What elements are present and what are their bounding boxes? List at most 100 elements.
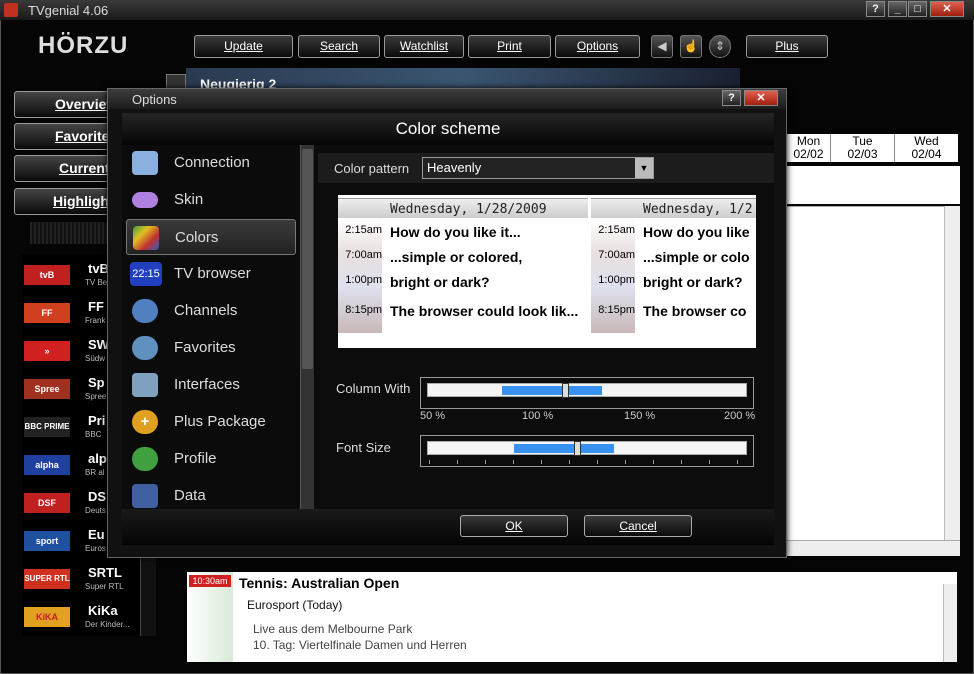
preview-time: 7:00am: [345, 249, 382, 261]
color-pattern-label: Color pattern: [334, 161, 410, 176]
channel-sub: Euros: [85, 544, 106, 553]
sidebar-scrollbar[interactable]: [300, 145, 314, 509]
sidebar-item-label: Skin: [174, 191, 204, 208]
channel-sub: Super RTL: [85, 582, 124, 591]
channel-sub: Der Kinder...: [85, 620, 130, 629]
channel-name: alp: [88, 451, 107, 466]
preview-time: 8:15pm: [598, 304, 635, 316]
channel-name: SW: [88, 337, 109, 352]
search-button[interactable]: Search: [298, 35, 380, 58]
color-pattern-value: Heavenly: [427, 160, 482, 175]
sidebar-item-favorites[interactable]: Favorites: [126, 330, 296, 366]
scroll-arrows-icon[interactable]: ⇕: [709, 35, 731, 58]
channel-name: Pri: [88, 413, 106, 428]
sidebar-item-colors[interactable]: Colors: [126, 219, 296, 255]
preview-line: ...simple or colo: [643, 249, 750, 265]
print-button[interactable]: Print: [468, 35, 551, 58]
tick-label: 150 %: [624, 410, 656, 422]
sidebar-item-data[interactable]: Data: [126, 478, 296, 509]
preview-line: How do you like: [643, 224, 750, 240]
color-preview: Wednesday, 1/28/2009 2:15am 7:00am 1:00p…: [338, 195, 756, 348]
column-width-slider[interactable]: [420, 377, 754, 409]
channel-logo: KiKA: [24, 607, 70, 627]
tv-browser-icon: 22:15: [130, 262, 162, 286]
options-dialog: Options ? ✕ Color scheme Connection Skin…: [107, 88, 787, 558]
slider-tick: [625, 460, 626, 464]
help-button[interactable]: ?: [866, 1, 885, 17]
channel-sub: BBC: [85, 430, 102, 439]
channel-row[interactable]: SUPER RTL SRTL Super RTL: [24, 561, 154, 599]
channel-name: SRTL: [88, 565, 122, 580]
dialog-close-button[interactable]: ✕: [744, 90, 778, 106]
day-header-mon[interactable]: Mon 02/02: [786, 134, 830, 162]
nav-favorites-label: Favorites: [55, 128, 114, 144]
hand-icon[interactable]: ☝: [680, 35, 702, 58]
plus-button[interactable]: Plus: [746, 35, 828, 58]
nav-overview[interactable]: Overview: [14, 91, 114, 118]
watchlist-button[interactable]: Watchlist: [384, 35, 464, 58]
channel-name: tvB: [88, 261, 109, 276]
preview-line: ...simple or colored,: [390, 249, 523, 265]
nav-favorites[interactable]: Favorites: [14, 123, 114, 150]
channel-logo: »: [24, 341, 70, 361]
slider-fill: [502, 386, 602, 395]
sidebar-scroll-thumb[interactable]: [302, 149, 313, 369]
detail-title: Tennis: Australian Open: [239, 575, 400, 591]
dialog-help-button[interactable]: ?: [722, 90, 741, 106]
nav-current[interactable]: Current: [14, 155, 114, 182]
channel-sub: TV Be: [85, 278, 108, 287]
preview-line: bright or dark?: [390, 274, 490, 290]
day-date: 02/04: [911, 147, 942, 161]
chevron-down-icon: ▼: [635, 158, 653, 178]
app-icon: [4, 3, 18, 17]
options-button[interactable]: Options: [555, 35, 640, 58]
speaker-icon[interactable]: ◀: [651, 35, 673, 58]
sidebar-item-plus-package[interactable]: + Plus Package: [126, 404, 296, 440]
slider-thumb[interactable]: [562, 383, 569, 398]
day-header-wed[interactable]: Wed 02/04: [894, 134, 958, 162]
channel-row[interactable]: KiKA KiKa Der Kinder...: [24, 599, 154, 637]
program-detail-pane: 10:30am Tennis: Australian Open Eurospor…: [187, 572, 957, 662]
slider-thumb[interactable]: [574, 441, 581, 456]
dialog-heading: Color scheme: [122, 113, 774, 145]
maximize-button[interactable]: □: [908, 1, 927, 17]
schedule-hscrollbar[interactable]: [786, 540, 960, 556]
channel-logo: BBC PRIME: [24, 417, 70, 437]
ok-button[interactable]: OK: [460, 515, 568, 537]
preview-line: How do you like it...: [390, 224, 521, 240]
schedule-header-area: [786, 166, 960, 204]
minimize-button[interactable]: _: [888, 1, 907, 17]
sidebar-item-profile[interactable]: Profile: [126, 441, 296, 477]
options-content: Color pattern Heavenly ▼ Wednesday, 1/28/…: [318, 145, 774, 509]
preview-time: 2:15am: [598, 224, 635, 236]
day-header-tue[interactable]: Tue 02/03: [830, 134, 894, 162]
schedule-scrollbar[interactable]: [944, 206, 960, 540]
font-size-slider[interactable]: [420, 435, 754, 467]
sidebar-item-label: Interfaces: [174, 376, 240, 393]
column-width-label: Column With: [336, 381, 411, 396]
plus-package-icon: +: [132, 410, 158, 434]
dot-matrix-display: [30, 222, 108, 244]
nav-highlights[interactable]: Highlights: [14, 188, 114, 215]
update-button[interactable]: Update: [194, 35, 293, 58]
cancel-button[interactable]: Cancel: [584, 515, 692, 537]
sidebar-item-channels[interactable]: Channels: [126, 293, 296, 329]
slider-tick: [737, 460, 738, 464]
detail-scrollbar[interactable]: [943, 584, 957, 662]
close-button[interactable]: ✕: [930, 1, 964, 17]
connection-icon: [132, 151, 158, 175]
sidebar-item-tv-browser[interactable]: 22:15 TV browser: [126, 256, 296, 292]
sidebar-item-connection[interactable]: Connection: [126, 145, 296, 181]
app-logo: HÖRZU: [38, 32, 129, 59]
sidebar-item-interfaces[interactable]: Interfaces: [126, 367, 296, 403]
channel-sub: BR al: [85, 468, 105, 477]
slider-tick: [485, 460, 486, 464]
sidebar-item-skin[interactable]: Skin: [126, 182, 296, 218]
channel-logo: sport: [24, 531, 70, 551]
sidebar-item-label: Channels: [174, 302, 238, 319]
favorites-icon: [132, 336, 158, 360]
sidebar-item-label: Favorites: [174, 339, 236, 356]
channel-logo: Spree: [24, 379, 70, 399]
sidebar-item-label: Connection: [174, 154, 250, 171]
color-pattern-select[interactable]: Heavenly ▼: [422, 157, 654, 179]
